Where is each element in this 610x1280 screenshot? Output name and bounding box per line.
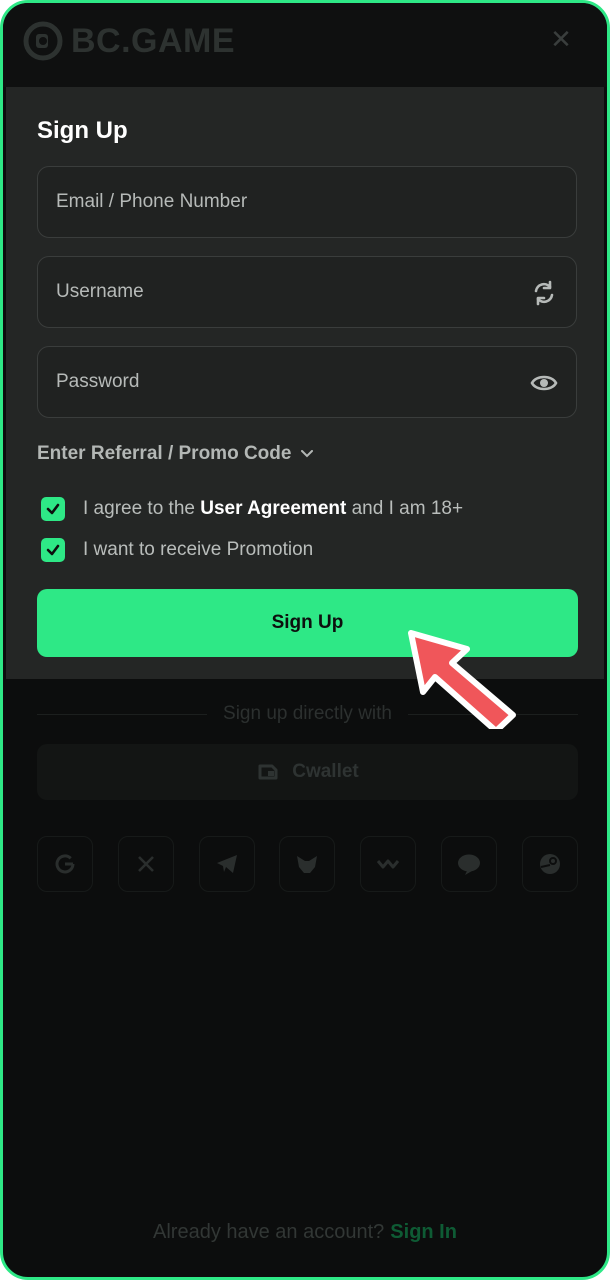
- promotion-row: I want to receive Promotion: [41, 538, 313, 562]
- close-icon[interactable]: ✕: [547, 25, 575, 53]
- promotion-checkbox[interactable]: [41, 538, 65, 562]
- promo-code-label: Enter Referral / Promo Code: [37, 443, 292, 464]
- promo-code-toggle[interactable]: Enter Referral / Promo Code: [37, 443, 314, 465]
- brand-name: BC.GAME: [71, 21, 236, 60]
- telegram-login-button[interactable]: [198, 836, 255, 892]
- sign-in-prompt-text: Already have an account?: [153, 1221, 385, 1243]
- eye-icon[interactable]: [530, 369, 558, 397]
- cwallet-label: Cwallet: [292, 761, 359, 782]
- x-icon: [137, 856, 154, 872]
- google-icon: [55, 854, 75, 874]
- checkmark-icon: [46, 544, 60, 556]
- steam-login-button[interactable]: [521, 836, 578, 892]
- social-login-list: [37, 836, 578, 892]
- username-placeholder: Username: [56, 281, 144, 302]
- metamask-icon: [297, 856, 318, 873]
- agreement-suffix: and I am 18+: [346, 498, 464, 519]
- user-agreement-link[interactable]: User Agreement: [200, 498, 346, 519]
- walletconnect-icon: [377, 859, 400, 869]
- cwallet-button[interactable]: Cwallet: [37, 744, 578, 800]
- form-title: Sign Up: [37, 117, 128, 144]
- signup-form: Sign Up Email / Phone Number Username Pa…: [6, 87, 604, 679]
- line-login-button[interactable]: [441, 836, 498, 892]
- telegram-icon: [216, 855, 237, 873]
- pointer-arrow-icon: [408, 630, 516, 729]
- metamask-login-button[interactable]: [279, 836, 336, 892]
- brand-logo-icon: [23, 21, 63, 61]
- checkmark-icon: [46, 503, 60, 515]
- password-placeholder: Password: [56, 371, 140, 392]
- password-field[interactable]: Password: [37, 346, 577, 418]
- divider-line-left: [37, 713, 208, 715]
- brand-logo: BC.GAME: [23, 21, 235, 61]
- agreement-checkbox[interactable]: [41, 497, 65, 521]
- agreement-text: I agree to the User Agreement and I am 1…: [83, 498, 463, 520]
- line-icon: [458, 854, 481, 875]
- divider-text: Sign up directly with: [223, 703, 392, 724]
- email-placeholder: Email / Phone Number: [56, 191, 248, 212]
- agreement-row: I agree to the User Agreement and I am 1…: [41, 497, 463, 521]
- refresh-icon[interactable]: [530, 279, 558, 307]
- sign-in-prompt: Already have an account? Sign In: [3, 1221, 607, 1244]
- google-login-button[interactable]: [37, 836, 93, 892]
- chevron-down-icon: [301, 450, 314, 458]
- agreement-prefix: I agree to the: [83, 498, 201, 519]
- username-field[interactable]: Username: [37, 256, 577, 328]
- sign-in-link[interactable]: Sign In: [390, 1221, 457, 1243]
- steam-icon: [539, 854, 560, 874]
- modal-header: BC.GAME ✕: [3, 3, 607, 87]
- promotion-text: I want to receive Promotion: [83, 539, 314, 560]
- walletconnect-login-button[interactable]: [360, 836, 417, 892]
- email-field[interactable]: Email / Phone Number: [37, 166, 577, 238]
- cwallet-icon: [258, 764, 278, 780]
- x-login-button[interactable]: [117, 836, 174, 892]
- signup-modal: BC.GAME ✕ Sign Up Email / Phone Number U…: [0, 0, 610, 1280]
